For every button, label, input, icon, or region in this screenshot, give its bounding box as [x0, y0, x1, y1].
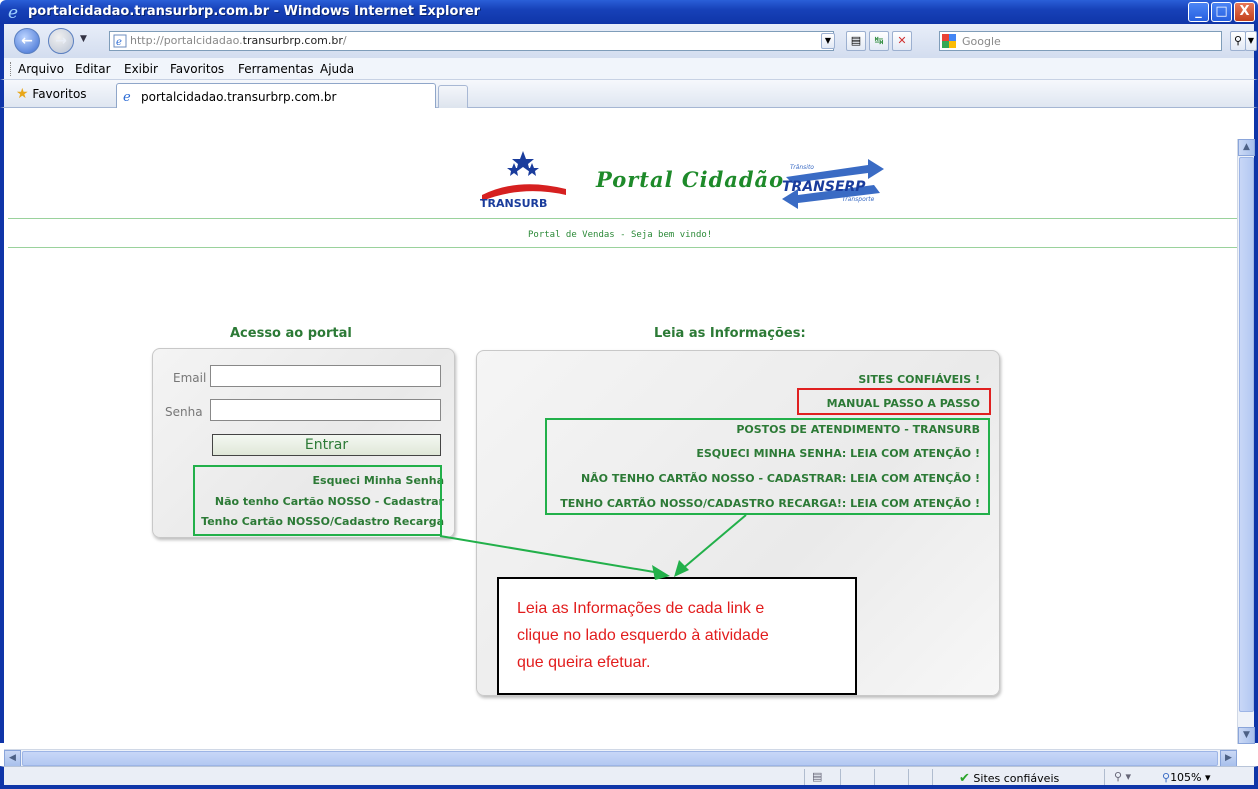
url-text: http://portalcidadao.transurbrp.com.br/: [130, 34, 347, 47]
checkmark-icon: ✔: [959, 771, 970, 786]
back-button[interactable]: ←: [14, 28, 40, 54]
callout-line-1: Leia as Informações de cada link e: [517, 600, 765, 617]
toolbar-grip: [10, 62, 12, 76]
close-button[interactable]: X: [1234, 2, 1255, 22]
favorites-star-icon: ★: [16, 86, 29, 102]
status-separator: [874, 769, 875, 785]
svg-text:TRANSURB: TRANSURB: [480, 197, 547, 209]
address-toolbar: ← → ▼ e http://portalcidadao.transurbrp.…: [0, 24, 1258, 58]
menu-favoritos[interactable]: Favoritos: [170, 62, 224, 76]
status-separator: [840, 769, 841, 785]
security-zone[interactable]: ✔ Sites confiáveis: [959, 771, 1059, 786]
zoom-icon: ⚲: [1162, 771, 1171, 784]
minimize-button[interactable]: _: [1188, 2, 1209, 22]
status-separator: [804, 769, 805, 785]
password-field[interactable]: [210, 399, 441, 421]
menu-arquivo[interactable]: Arquivo: [18, 62, 64, 76]
search-options-icon[interactable]: ▼: [1245, 31, 1257, 51]
status-separator: [932, 769, 933, 785]
protected-mode-icon[interactable]: ⚲ ▾: [1114, 770, 1131, 783]
instruction-callout: Leia as Informações de cada link e cliqu…: [497, 577, 857, 695]
welcome-text: Portal de Vendas - Seja bem vindo!: [528, 230, 713, 240]
svg-text:e: e: [123, 90, 131, 103]
info-links-highlight: [545, 418, 990, 515]
search-input[interactable]: Google: [939, 31, 1222, 51]
google-icon: [942, 34, 956, 48]
search-placeholder: Google: [962, 35, 1001, 48]
access-heading: Acesso ao portal: [230, 326, 352, 341]
vertical-scrollbar[interactable]: ▲ ▼: [1237, 139, 1255, 744]
login-links-highlight: [193, 465, 442, 536]
scroll-left-icon[interactable]: ◀: [4, 750, 21, 767]
password-label: Senha: [165, 405, 203, 419]
scroll-right-icon[interactable]: ▶: [1220, 750, 1237, 767]
tab-portalcidadao[interactable]: e portalcidadao.transurbrp.com.br: [116, 83, 436, 108]
email-label: Email: [173, 371, 207, 385]
compatibility-view-icon[interactable]: ▤: [846, 31, 866, 51]
title-bar: e portalcidadao.transurbrp.com.br - Wind…: [0, 0, 1258, 24]
transerp-logo: Trânsito TRANSERP Transporte: [782, 159, 884, 209]
scroll-up-icon[interactable]: ▲: [1238, 139, 1255, 156]
refresh-icon[interactable]: ↹: [869, 31, 889, 51]
status-separator: [1104, 769, 1105, 785]
transurb-logo: TRANSURB: [480, 151, 566, 209]
forward-button[interactable]: →: [48, 28, 74, 54]
header-divider: [8, 218, 1241, 219]
favorites-button[interactable]: ★ Favoritos: [16, 86, 87, 102]
horizontal-scrollbar[interactable]: ◀ ▶: [4, 749, 1237, 767]
ie-logo-icon: e: [8, 3, 18, 21]
info-link-trusted-sites[interactable]: SITES CONFIÁVEIS !: [858, 373, 980, 386]
svg-text:e: e: [8, 3, 18, 21]
callout-line-3: que queira efetuar.: [517, 654, 651, 671]
portal-title: Portal Cidadão: [596, 167, 785, 192]
email-field[interactable]: [210, 365, 441, 387]
login-button[interactable]: Entrar: [212, 434, 441, 456]
maximize-button[interactable]: □: [1211, 2, 1232, 22]
subheader-divider: [8, 247, 1241, 248]
info-heading: Leia as Informações:: [654, 326, 806, 341]
new-tab-button[interactable]: [438, 85, 468, 108]
svg-text:TRANSERP: TRANSERP: [782, 179, 866, 195]
scroll-down-icon[interactable]: ▼: [1238, 727, 1255, 744]
menu-editar[interactable]: Editar: [75, 62, 111, 76]
zoom-level[interactable]: ⚲105% ▾: [1162, 771, 1211, 784]
status-separator: [908, 769, 909, 785]
menu-exibir[interactable]: Exibir: [124, 62, 158, 76]
address-dropdown-icon[interactable]: ▼: [821, 33, 835, 49]
menu-ajuda[interactable]: Ajuda: [320, 62, 354, 76]
page-icon: e: [113, 34, 127, 48]
svg-text:Trânsito: Trânsito: [790, 164, 814, 171]
history-dropdown-icon[interactable]: ▼: [80, 34, 87, 44]
menu-ferramentas[interactable]: Ferramentas: [238, 62, 314, 76]
tab-title: portalcidadao.transurbrp.com.br: [141, 90, 337, 104]
address-field[interactable]: e http://portalcidadao.transurbrp.com.br…: [109, 31, 834, 51]
callout-line-2: clique no lado esquerdo à atividade: [517, 627, 769, 644]
svg-text:e: e: [116, 37, 122, 48]
status-bar: ▤ ✔ Sites confiáveis ⚲ ▾ ⚲105% ▾: [0, 766, 1258, 789]
page-status-icon: ▤: [812, 770, 823, 783]
svg-text:Transporte: Transporte: [842, 196, 875, 203]
menu-bar: Arquivo Editar Exibir Favoritos Ferramen…: [0, 58, 1258, 80]
vertical-scroll-thumb[interactable]: [1239, 157, 1254, 712]
window-title: portalcidadao.transurbrp.com.br - Window…: [28, 4, 481, 19]
search-button[interactable]: ⚲: [1230, 31, 1246, 51]
ie-page-icon: e: [123, 90, 131, 103]
stop-icon[interactable]: ✕: [892, 31, 912, 51]
horizontal-scroll-thumb[interactable]: [22, 751, 1218, 766]
favorites-bar: ★ Favoritos e portalcidadao.transurbrp.c…: [0, 80, 1258, 108]
manual-highlight: [797, 388, 991, 415]
